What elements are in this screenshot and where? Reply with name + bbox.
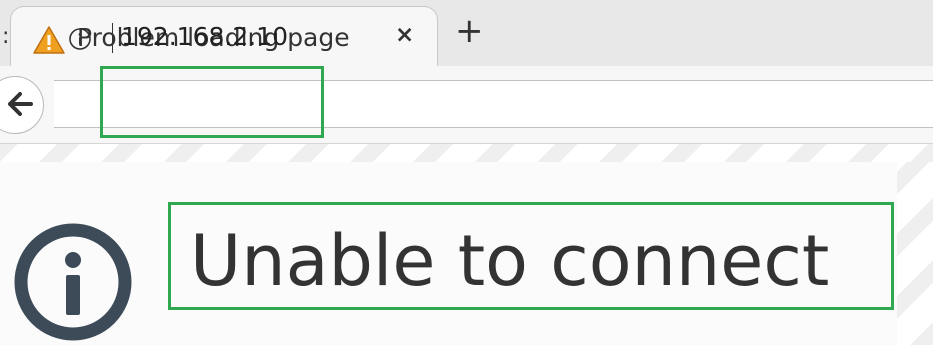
decorative-stripes-right xyxy=(897,162,933,345)
new-tab-button[interactable]: + xyxy=(455,14,484,48)
site-info-icon[interactable] xyxy=(68,27,92,51)
info-icon xyxy=(14,223,132,341)
tab-close-button[interactable]: × xyxy=(395,24,414,47)
warning-icon xyxy=(33,26,65,54)
url-text[interactable]: 192.168.2.10 xyxy=(121,22,288,51)
title-highlight-box xyxy=(168,202,894,310)
back-arrow-icon xyxy=(8,92,33,116)
decorative-stripes xyxy=(0,144,933,162)
tabstrip-edge-mark: : xyxy=(2,24,10,49)
url-highlight-box xyxy=(100,66,324,138)
back-button[interactable] xyxy=(0,76,44,134)
url-caret xyxy=(112,23,113,53)
